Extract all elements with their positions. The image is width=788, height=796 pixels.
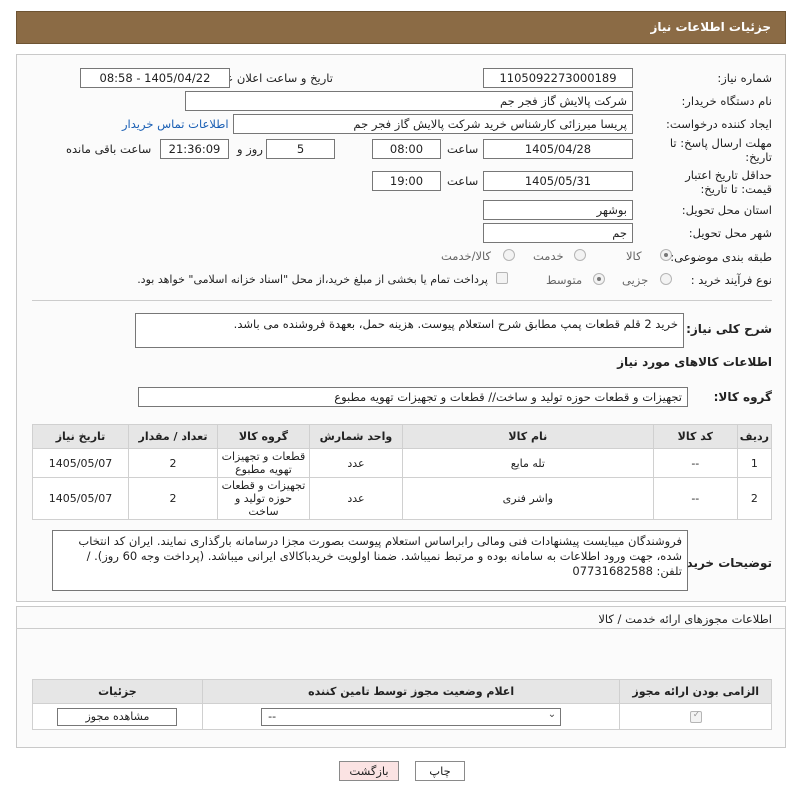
cell-permit-required: ✓: [619, 703, 772, 730]
header-group: گروه کالا: [216, 424, 310, 449]
cell-quantity: 2: [128, 477, 218, 520]
cell-item-name: تله مایع: [401, 448, 654, 478]
deadline-time-field[interactable]: 08:00: [372, 139, 441, 159]
table-row[interactable]: 1 -- تله مایع عدد قطعات و تجهیزات تهویه …: [31, 448, 773, 478]
view-permit-button[interactable]: مشاهده مجوز: [57, 707, 178, 726]
goods-group-field[interactable]: تجهیزات و قطعات حوزه تولید و ساخت// قطعا…: [138, 387, 688, 407]
cell-unit: عدد: [308, 477, 403, 520]
deadline-hour-label: ساعت: [447, 142, 479, 156]
cell-row-number: 1: [736, 448, 773, 478]
province-field[interactable]: بوشهر: [483, 200, 633, 220]
category-both-radio[interactable]: [503, 249, 515, 261]
city-label: شهر محل تحویل:: [688, 226, 772, 240]
contact-buyer-link[interactable]: اطلاعات تماس خریدار: [122, 117, 229, 131]
page-header: جزئیات اطلاعات نیاز: [16, 11, 786, 44]
purchase-partial-radio[interactable]: [660, 273, 672, 285]
header-quantity: تعداد / مقدار: [128, 424, 218, 449]
table-row[interactable]: 2 -- واشر فنری عدد تجهیزات و قطعات حوزه …: [31, 477, 773, 520]
category-service-label: خدمت: [533, 249, 564, 263]
permits-table-header: الزامی بودن ارائه مجوز اعلام وضعیت مجوز …: [32, 679, 772, 704]
cell-item-code: --: [652, 448, 738, 478]
permit-status-select[interactable]: -- ⌄: [261, 707, 562, 726]
creator-field[interactable]: پریسا میرزائی کارشناس خرید شرکت پالایش گ…: [233, 114, 633, 134]
validity-date-field[interactable]: 1405/05/31: [483, 171, 633, 191]
days-label: روز و: [237, 142, 263, 156]
goods-info-title: اطلاعات کالاهای مورد نیاز: [617, 355, 772, 369]
page-title: جزئیات اطلاعات نیاز: [650, 20, 771, 34]
validity-hour-label: ساعت: [447, 174, 479, 188]
header-item-code: کد کالا: [652, 424, 738, 449]
permit-required-checkbox[interactable]: ✓: [689, 710, 702, 723]
remaining-time-field[interactable]: 21:36:09: [160, 139, 229, 159]
header-need-date: تاریخ نیاز: [31, 424, 130, 449]
cell-permit-status: -- ⌄: [201, 703, 621, 730]
print-button[interactable]: چاپ: [415, 761, 465, 781]
treasury-payment-note: پرداخت تمام یا بخشی از مبلغ خرید،از محل …: [137, 273, 488, 286]
city-field[interactable]: جم: [483, 223, 633, 243]
table-row[interactable]: ✓ -- ⌄ مشاهده مجوز: [32, 703, 772, 730]
header-item-name: نام کالا: [401, 424, 654, 449]
days-field[interactable]: 5: [266, 139, 335, 159]
purchase-medium-label: متوسط: [546, 273, 583, 287]
goods-group-label: گروه کالا:: [713, 390, 772, 404]
validity-label: حداقل تاریخ اعتبار قیمت: تا تاریخ:: [685, 168, 772, 196]
cell-need-date: 1405/05/07: [31, 448, 130, 478]
header-permit-status: اعلام وضعیت مجوز توسط تامین کننده: [201, 679, 621, 704]
creator-label: ایجاد کننده درخواست:: [666, 117, 772, 131]
buyer-org-label: نام دستگاه خریدار:: [681, 94, 772, 108]
cell-permit-details: مشاهده مجوز: [32, 703, 203, 730]
category-goods-radio[interactable]: [660, 249, 672, 261]
goods-table-header: ردیف کد کالا نام کالا واحد شمارش گروه کا…: [31, 424, 773, 449]
header-row-number: ردیف: [736, 424, 773, 449]
category-both-label: کالا/خدمت: [441, 249, 492, 263]
need-number-field[interactable]: 1105092273000189: [483, 68, 633, 88]
permits-title: اطلاعات مجوزهای ارائه خدمت / کالا: [598, 612, 772, 626]
divider: [32, 300, 772, 301]
deadline-date-field[interactable]: 1405/04/28: [483, 139, 633, 159]
goods-table: ردیف کد کالا نام کالا واحد شمارش گروه کا…: [31, 424, 773, 520]
back-button[interactable]: بازگشت: [339, 761, 399, 781]
category-goods-label: کالا: [626, 249, 642, 263]
header-permit-required: الزامی بودن ارائه مجوز: [619, 679, 772, 704]
header-permit-details: جزئیات: [32, 679, 203, 704]
cell-unit: عدد: [308, 448, 403, 478]
cell-group: قطعات و تجهیزات تهویه مطبوع: [216, 448, 310, 478]
category-label: طبقه بندی موضوعی:: [670, 250, 772, 264]
treasury-payment-checkbox[interactable]: [496, 272, 508, 284]
permit-status-value: --: [268, 709, 277, 723]
header-unit: واحد شمارش: [308, 424, 403, 449]
cell-group: تجهیزات و قطعات حوزه تولید و ساخت: [216, 477, 310, 520]
cell-row-number: 2: [736, 477, 773, 520]
need-number-label: شماره نیاز:: [717, 71, 772, 85]
buyer-org-field[interactable]: شرکت پالایش گاز فجر جم: [185, 91, 633, 111]
cell-item-code: --: [652, 477, 738, 520]
permits-table: الزامی بودن ارائه مجوز اعلام وضعیت مجوز …: [32, 679, 772, 730]
announce-field[interactable]: 1405/04/22 - 08:58: [80, 68, 230, 88]
province-label: استان محل تحویل:: [681, 203, 772, 217]
deadline-label: مهلت ارسال پاسخ: تا تاریخ:: [669, 136, 772, 164]
validity-time-field[interactable]: 19:00: [372, 171, 441, 191]
purchase-medium-radio[interactable]: [593, 273, 605, 285]
purchase-type-label: نوع فرآیند خرید :: [690, 273, 772, 287]
cell-need-date: 1405/05/07: [31, 477, 130, 520]
cell-quantity: 2: [128, 448, 218, 478]
remaining-label: ساعت باقی مانده: [66, 142, 152, 156]
purchase-partial-label: جزیی: [622, 273, 649, 287]
description-text[interactable]: خرید 2 قلم قطعات پمپ مطابق شرح استعلام پ…: [135, 313, 684, 348]
category-service-radio[interactable]: [574, 249, 586, 261]
check-mark-icon: ✓: [692, 710, 701, 720]
chevron-down-icon: ⌄: [547, 708, 557, 720]
divider: [16, 628, 786, 629]
description-label: شرح کلی نیاز:: [686, 322, 772, 336]
buyer-notes-text[interactable]: فروشندگان میبایست پیشنهادات فنی ومالی را…: [52, 530, 688, 591]
cell-item-name: واشر فنری: [401, 477, 654, 520]
